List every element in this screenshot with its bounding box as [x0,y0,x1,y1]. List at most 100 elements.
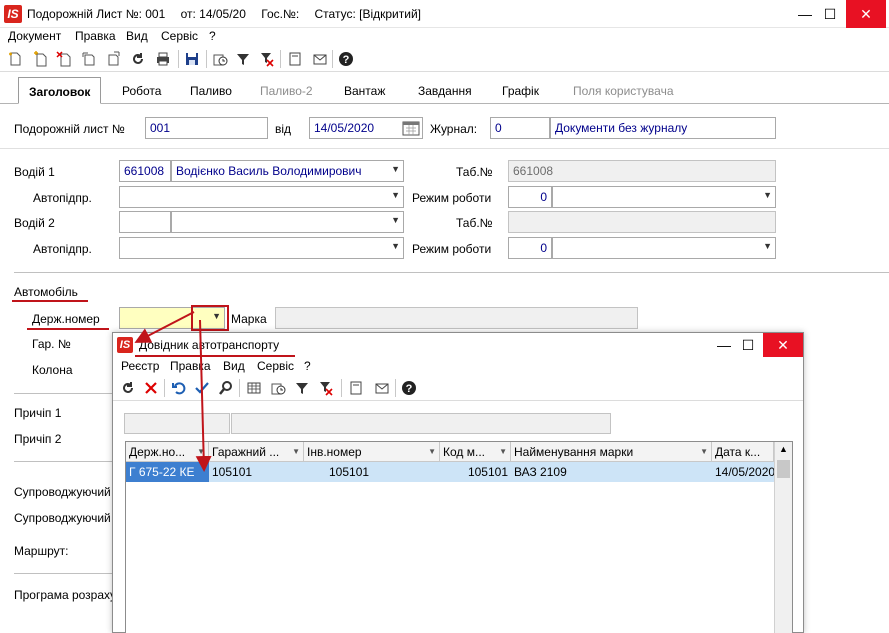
tabs-baseline [0,103,889,104]
help-icon[interactable]: ? [399,378,419,398]
work-mode-code-field-2[interactable]: 0 [508,237,552,259]
print-icon[interactable] [153,49,173,69]
journal-name-field[interactable]: Документи без журналу [550,117,776,139]
save-icon[interactable] [182,49,202,69]
program-label: Програма розрахунку [14,588,112,602]
company-select[interactable]: ▼ [119,186,404,208]
help-icon[interactable]: ? [336,49,356,69]
driver2-code-field[interactable] [119,211,171,233]
dialog-menu-service[interactable]: Сервіс [257,359,294,373]
filter-icon[interactable] [292,378,312,398]
scroll-thumb[interactable] [777,460,790,478]
main-toolbar: ? [0,46,889,72]
work-mode-select-2[interactable]: ▼ [552,237,776,259]
title-status: Статус: [Відкритий] [314,7,421,21]
window-title: Подорожній Лист №: 001 от: 14/05/20 Гос.… [27,7,433,21]
dialog-menu-registry[interactable]: Реєстр [121,359,159,373]
undo-icon[interactable] [169,378,189,398]
driver2-name-select[interactable]: ▼ [171,211,404,233]
clear-filter-icon[interactable] [316,378,336,398]
driver2-label: Водій 2 [14,216,55,230]
journal-number-field[interactable]: 0 [490,117,550,139]
column-header-inventory[interactable]: Інв.номер ▼ [304,442,440,462]
trailer1-label: Причіп 1 [14,406,62,420]
tab-cargo[interactable]: Вантаж [344,84,385,98]
column-header-label: Найменування марки [514,445,634,459]
export-icon[interactable] [103,49,123,69]
menu-edit[interactable]: Правка [75,29,116,43]
delete-icon[interactable] [141,378,161,398]
maximize-button[interactable]: ☐ [815,0,845,28]
mail-icon[interactable] [372,378,392,398]
chevron-down-icon[interactable]: ▼ [391,190,400,200]
date-value: 14/05/2020 [314,121,375,135]
tab-fuel-2[interactable]: Паливо-2 [260,84,313,98]
notes-icon[interactable] [285,49,305,69]
chevron-down-icon[interactable]: ▼ [763,241,772,251]
dialog-menu-view[interactable]: Вид [223,359,245,373]
cell-brand-code[interactable]: 105101 [440,462,511,482]
scroll-up-icon[interactable]: ▲ [779,444,788,454]
column-header-brand-code[interactable]: Код м... ▼ [440,442,511,462]
schedule-icon[interactable] [210,49,230,69]
divider [14,461,112,462]
menu-help[interactable]: ? [209,29,216,43]
cell-inventory[interactable]: 105101 [304,462,440,482]
chevron-down-icon[interactable]: ▼ [391,164,400,174]
waybill-number-field[interactable]: 001 [145,117,268,139]
toolbar-separator [395,379,396,397]
new-doc-icon[interactable] [5,49,25,69]
table-row[interactable]: Г 675-22 КЕ 105101 105101 105101 ВАЗ 210… [126,462,774,482]
sort-icon: ▼ [700,447,708,456]
table-icon[interactable] [244,378,264,398]
cell-garage[interactable]: 105101 [209,462,304,482]
search-icon[interactable] [216,378,236,398]
divider [14,393,112,394]
tab-schedule[interactable]: Графік [502,84,539,98]
work-mode-code-field[interactable]: 0 [508,186,552,208]
schedule-icon[interactable] [268,378,288,398]
filter-icon[interactable] [233,49,253,69]
tab-tasks[interactable]: Завдання [418,84,472,98]
notes-icon[interactable] [346,378,366,398]
mail-icon[interactable] [310,49,330,69]
chevron-down-icon[interactable]: ▼ [391,215,400,225]
new-copy-icon[interactable] [30,49,50,69]
work-mode-select[interactable]: ▼ [552,186,776,208]
cell-plate[interactable]: Г 675-22 КЕ [126,462,209,482]
tab-header[interactable]: Заголовок [18,77,102,104]
calendar-icon[interactable] [402,120,420,136]
tab-user-fields[interactable]: Поля користувача [573,84,674,98]
chevron-down-icon[interactable]: ▼ [763,190,772,200]
delete-doc-icon[interactable] [54,49,74,69]
refresh-icon[interactable] [118,378,138,398]
tab-work[interactable]: Робота [122,84,161,98]
close-button[interactable]: ✕ [846,0,886,28]
driver1-name-select[interactable]: Водієнко Василь Володимирович ▼ [171,160,404,182]
column-header-garage[interactable]: Гаражний ... ▼ [209,442,304,462]
grid-vertical-scrollbar[interactable]: ▲ [774,442,792,633]
clear-filter-icon[interactable] [257,49,277,69]
company-select-2[interactable]: ▼ [119,237,404,259]
dialog-menu-edit[interactable]: Правка [170,359,211,373]
date-field[interactable]: 14/05/2020 [309,117,423,139]
driver1-code-field[interactable]: 661008 [119,160,171,182]
cell-brand-name[interactable]: ВАЗ 2109 [511,462,712,482]
column-header-brand-name[interactable]: Найменування марки ▼ [511,442,712,462]
check-icon[interactable] [192,378,212,398]
tab-fuel[interactable]: Паливо [190,84,232,98]
dialog-maximize-button[interactable]: ☐ [733,333,763,357]
toolbar-separator [280,50,281,68]
menu-view[interactable]: Вид [126,29,148,43]
cell-date[interactable]: 14/05/2020 [712,462,774,482]
dialog-close-button[interactable]: ✕ [763,333,803,357]
sort-icon: ▼ [197,447,205,456]
column-header-plate[interactable]: Держ.но... ▼ [126,442,209,462]
refresh-icon[interactable] [128,49,148,69]
menu-service[interactable]: Сервіс [161,29,198,43]
dialog-menu-help[interactable]: ? [304,359,311,373]
column-header-date[interactable]: Дата к... [712,442,774,462]
menu-document[interactable]: Документ [8,29,61,43]
import-icon[interactable] [79,49,99,69]
chevron-down-icon[interactable]: ▼ [391,241,400,251]
